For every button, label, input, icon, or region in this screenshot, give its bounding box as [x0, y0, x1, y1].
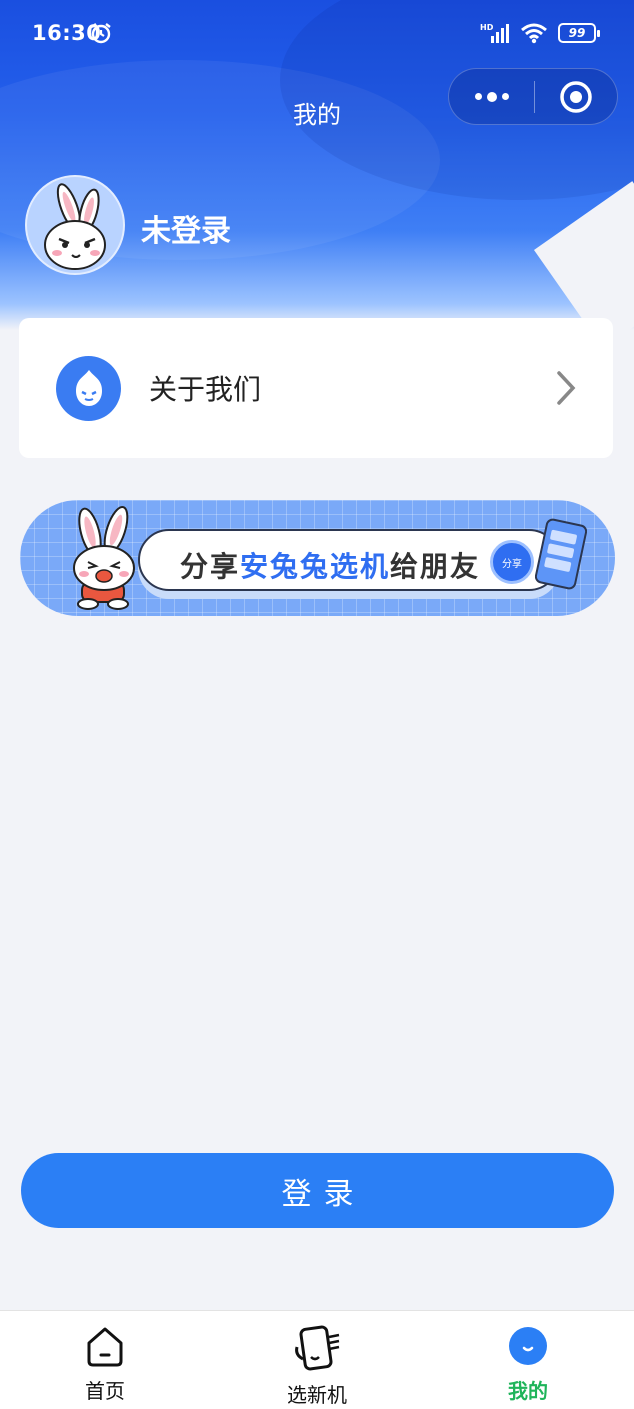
phone-illustration-icon [535, 518, 587, 590]
miniprogram-capsule [448, 68, 618, 125]
username[interactable]: 未登录 [141, 206, 231, 250]
home-icon [87, 1327, 123, 1367]
about-us-icon [56, 355, 121, 421]
target-close-icon [560, 80, 592, 113]
tab-label: 我的 [508, 1379, 548, 1403]
more-dot-icon [474, 93, 482, 100]
share-button[interactable]: 分享 [490, 540, 534, 584]
svg-text:HD: HD [480, 23, 494, 32]
tab-select-new-phone[interactable]: 选新机 [257, 1325, 377, 1408]
login-button[interactable]: 登录 [21, 1153, 614, 1228]
tab-label: 选新机 [287, 1383, 347, 1407]
rabbit-mascot-icon [73, 506, 135, 610]
menu-item-label: 关于我们 [149, 373, 262, 406]
more-dot-icon [501, 93, 509, 100]
rabbit-avatar-icon [44, 183, 106, 270]
share-banner[interactable]: 分享安兔兔选机给朋友 分享 [20, 500, 615, 616]
battery-indicator: 99 [558, 23, 600, 43]
more-dot-icon [486, 91, 497, 102]
avatar[interactable] [25, 175, 125, 275]
share-text: 分享安兔兔选机给朋友 [180, 550, 481, 583]
share-pill: 分享安兔兔选机给朋友 分享 [138, 529, 560, 591]
close-miniprogram-button[interactable] [535, 69, 617, 124]
tab-home[interactable]: 首页 [45, 1325, 165, 1404]
phone-select-icon [295, 1325, 340, 1371]
wifi-icon [521, 23, 547, 44]
tab-bar: 首页 选新机 我的 [0, 1310, 634, 1409]
mine-icon [509, 1327, 547, 1365]
tab-mine[interactable]: 我的 [468, 1325, 588, 1404]
chevron-right-icon [557, 371, 576, 405]
signal-icon: HD [480, 23, 509, 43]
alarm-icon [91, 23, 111, 44]
more-options-button[interactable] [449, 69, 534, 124]
menu-item-about-us[interactable]: 关于我们 [19, 318, 613, 458]
status-bar: 16:30 HD 99 [0, 0, 634, 68]
tab-label: 首页 [85, 1379, 125, 1403]
